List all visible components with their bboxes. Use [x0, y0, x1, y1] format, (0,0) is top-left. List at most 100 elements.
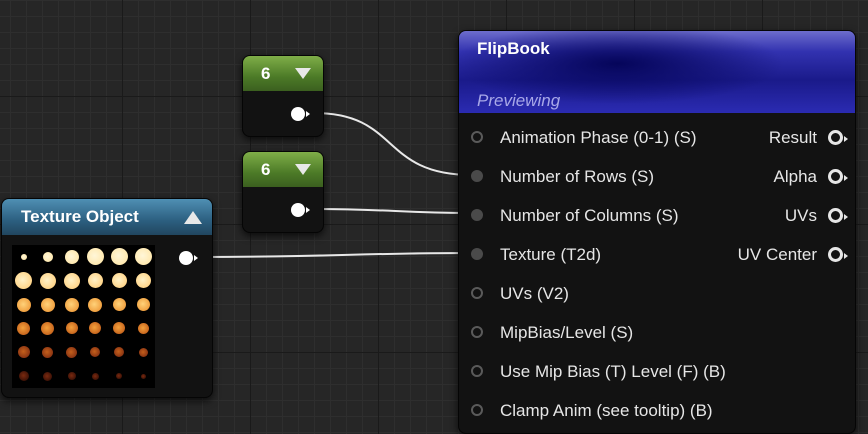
sprite-frame [107, 245, 131, 269]
sprite-blob [66, 346, 78, 358]
input-pin[interactable] [471, 404, 483, 416]
sprite-blob [135, 273, 151, 289]
output-pin[interactable] [828, 169, 848, 184]
sprite-frame [84, 245, 108, 269]
input-row[interactable]: Number of Columns (S) UVs [459, 206, 855, 226]
wire-texture[interactable] [199, 252, 473, 258]
output-pin[interactable] [291, 107, 310, 121]
sprite-blob [17, 321, 31, 335]
input-row[interactable]: Clamp Anim (see tooltip) (B) [459, 401, 855, 421]
input-label: Animation Phase (0-1) (S) [500, 128, 697, 147]
input-row[interactable]: Animation Phase (0-1) (S) Result [459, 128, 855, 148]
input-pin[interactable] [471, 170, 483, 182]
sprite-blob [63, 272, 80, 289]
output-pin[interactable] [828, 208, 848, 223]
node-title: FlipBook [477, 39, 550, 58]
input-pin[interactable] [471, 326, 483, 338]
sprite-frame [12, 293, 36, 317]
input-row[interactable]: MipBias/Level (S) [459, 323, 855, 343]
output-pin[interactable] [828, 130, 848, 145]
sprite-frame [84, 364, 108, 388]
sprite-blob [64, 249, 79, 264]
sprite-blob [18, 371, 29, 382]
input-pin[interactable] [471, 131, 483, 143]
flipbook-node[interactable]: FlipBook Previewing Animation Phase (0-1… [458, 30, 856, 434]
input-label: Use Mip Bias (T) Level (F) (B) [500, 362, 726, 381]
sprite-blob [43, 371, 53, 381]
sprite-blob [17, 346, 30, 359]
sprite-frame [107, 293, 131, 317]
sprite-frame [60, 293, 84, 317]
sprite-frame [84, 317, 108, 341]
sprite-blob [41, 321, 55, 335]
input-pin[interactable] [471, 209, 483, 221]
sprite-frame [84, 293, 108, 317]
sprite-frame [36, 245, 60, 269]
sprite-frame [60, 269, 84, 293]
sprite-blob [64, 297, 79, 312]
texture-thumbnail [12, 245, 155, 388]
input-row[interactable]: UVs (V2) [459, 284, 855, 304]
flipbook-header[interactable]: FlipBook Previewing [459, 31, 855, 113]
output-label: Alpha [773, 167, 817, 186]
constant-value: 6 [261, 63, 271, 83]
sprite-frame [107, 340, 131, 364]
constant-header[interactable]: 6 [243, 56, 323, 91]
sprite-blob [42, 251, 53, 262]
constant-node-rows[interactable]: 6 [242, 55, 324, 137]
sprite-frame [36, 340, 60, 364]
sprite-frame [107, 364, 131, 388]
input-label: Texture (T2d) [500, 245, 602, 264]
constant-node-columns[interactable]: 6 [242, 151, 324, 233]
sprite-blob [114, 347, 125, 358]
sprite-blob [110, 248, 128, 266]
texture-object-header[interactable]: Texture Object [2, 199, 212, 235]
sprite-blob [40, 297, 55, 312]
triangle-down-icon[interactable] [295, 164, 311, 175]
sprite-frame [60, 340, 84, 364]
input-row[interactable]: Texture (T2d) UV Center [459, 245, 855, 265]
sprite-frame [60, 245, 84, 269]
sprite-frame [131, 317, 155, 341]
sprite-frame [131, 269, 155, 293]
output-label: Result [768, 128, 817, 147]
input-pin[interactable] [471, 365, 483, 377]
sprite-blob [90, 347, 101, 358]
output-pin[interactable] [179, 251, 198, 265]
input-label: UVs (V2) [500, 284, 569, 303]
sprite-frame [12, 317, 36, 341]
sprite-blob [112, 298, 126, 312]
sprite-frame [12, 340, 36, 364]
node-title: Texture Object [21, 207, 139, 226]
sprite-blob [15, 272, 33, 290]
sprite-frame [107, 269, 131, 293]
sprite-frame [36, 364, 60, 388]
sprite-blob [42, 346, 54, 358]
output-pin[interactable] [828, 247, 848, 262]
triangle-down-icon[interactable] [295, 68, 311, 79]
triangle-up-icon[interactable] [184, 210, 202, 224]
input-row[interactable]: Use Mip Bias (T) Level (F) (B) [459, 362, 855, 382]
sprite-frame [131, 245, 155, 269]
sprite-blob [111, 273, 127, 289]
sprite-frame [131, 293, 155, 317]
constant-header[interactable]: 6 [243, 152, 323, 187]
sprite-frame [12, 245, 36, 269]
sprite-frame [12, 364, 36, 388]
wire-rows[interactable] [313, 112, 473, 176]
input-row[interactable]: Number of Rows (S) Alpha [459, 167, 855, 187]
input-pin[interactable] [471, 287, 483, 299]
sprite-blob [65, 322, 78, 335]
input-label: Clamp Anim (see tooltip) (B) [500, 401, 713, 420]
input-label: MipBias/Level (S) [500, 323, 634, 342]
texture-object-node[interactable]: Texture Object [1, 198, 213, 398]
output-pin[interactable] [291, 203, 310, 217]
output-label: UVs [784, 206, 817, 225]
wire-columns[interactable] [313, 208, 473, 214]
input-pin[interactable] [471, 248, 483, 260]
sprite-blob [89, 322, 102, 335]
sprite-frame [60, 364, 84, 388]
sprite-blob [86, 248, 104, 266]
sprite-blob [16, 297, 31, 312]
input-label: Number of Columns (S) [500, 206, 679, 225]
